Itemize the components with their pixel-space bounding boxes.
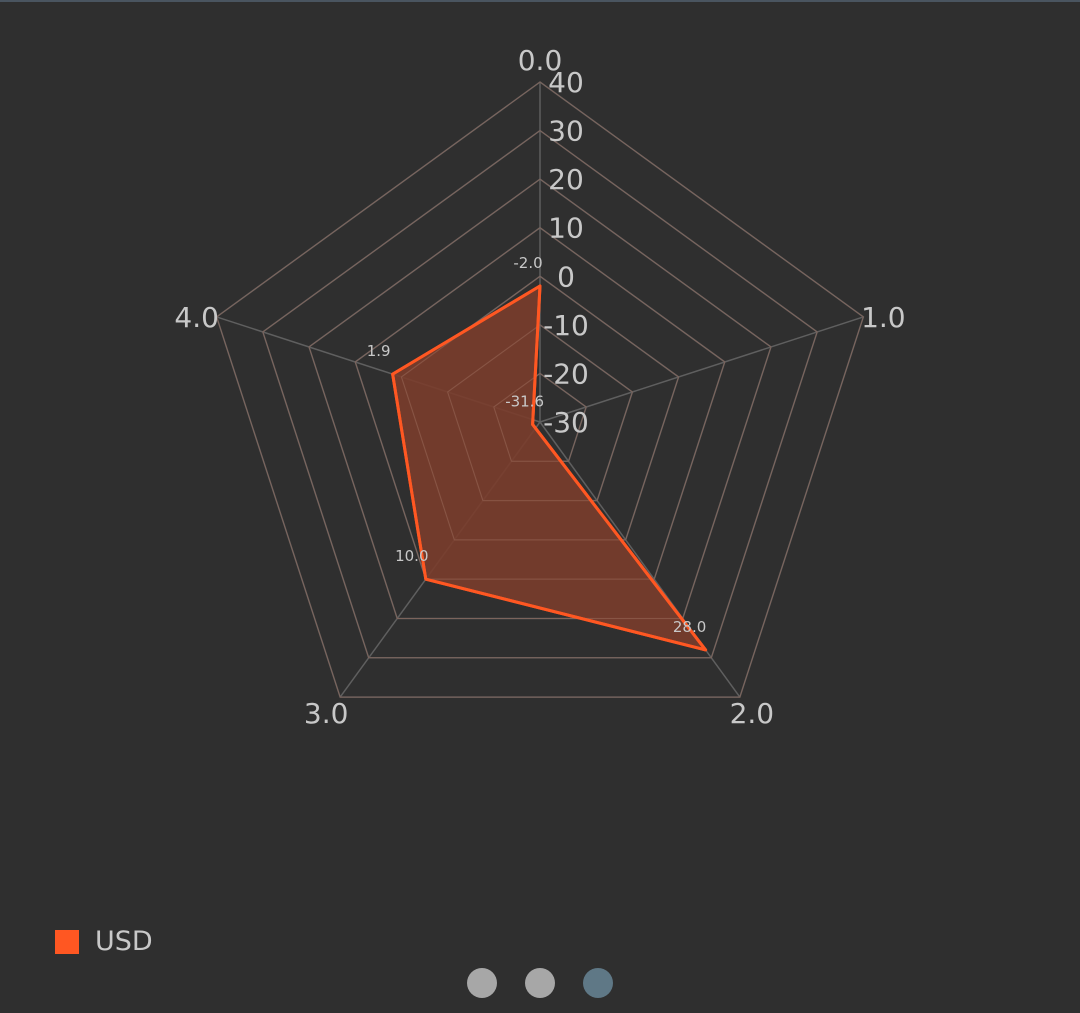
scale-label-6: 30	[548, 115, 584, 148]
page-indicator	[0, 968, 1080, 998]
chart-screen: -2.0 -31.6 28.0 10.0 1.9 -30 -20 -10 0 10 20 30 40 0.…	[0, 0, 1080, 1013]
value-label-0: -2.0	[513, 254, 542, 272]
scale-label-2: -10	[543, 309, 589, 342]
value-label-3: 10.0	[395, 547, 428, 565]
page-dot-0[interactable]	[467, 968, 497, 998]
page-dot-1[interactable]	[525, 968, 555, 998]
value-label-4: 1.9	[367, 342, 391, 360]
radar-chart: -2.0-31.628.010.01.9-30-20-100102030400.…	[174, 44, 906, 730]
category-label-2: 2.0	[730, 697, 775, 730]
legend: USD	[55, 926, 153, 957]
scale-label-0: -30	[543, 406, 589, 439]
scale-label-3: 0	[557, 260, 575, 293]
category-label-1: 1.0	[861, 301, 906, 334]
legend-swatch-usd	[55, 929, 79, 954]
legend-label-usd: USD	[95, 926, 153, 957]
scale-label-5: 20	[548, 163, 584, 196]
category-label-3: 3.0	[304, 697, 349, 730]
category-label-0: 0.0	[518, 44, 563, 77]
scale-label-4: 10	[548, 212, 584, 245]
value-label-1: -31.6	[505, 392, 544, 410]
category-label-4: 4.0	[174, 301, 219, 334]
value-label-2: 28.0	[673, 618, 706, 636]
page-dot-2[interactable]	[583, 968, 613, 998]
scale-label-1: -20	[543, 357, 589, 390]
